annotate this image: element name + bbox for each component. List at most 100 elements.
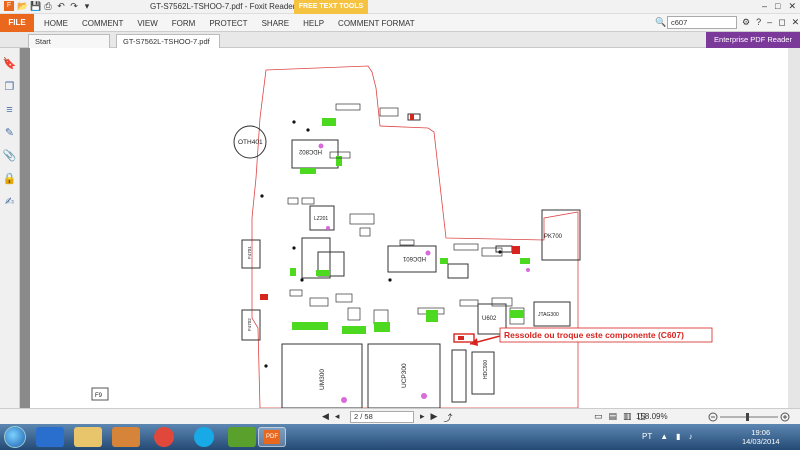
pad-dot <box>341 397 347 403</box>
zoom-slider[interactable] <box>708 412 790 422</box>
up-arrow-icon[interactable]: ▲ <box>660 432 668 441</box>
green-component <box>316 270 330 276</box>
label-hdc802: HDC802 <box>298 148 322 154</box>
close-icon[interactable]: ✕ <box>788 1 796 12</box>
document-viewer[interactable]: OTH401 HDC802 LZ201 HDC601 PK700 F4701 F… <box>20 48 800 409</box>
facing-view-icon[interactable]: ▥ <box>623 411 632 422</box>
bookmark-icon[interactable]: 🔖 <box>3 57 17 71</box>
green-component <box>440 258 448 264</box>
tab-start[interactable]: Start <box>28 34 110 48</box>
foxit-reader-taskbar[interactable]: PDF <box>258 427 286 447</box>
comments-icon[interactable]: ✎ <box>3 126 17 140</box>
label-u602: U602 <box>482 316 497 322</box>
system-tray: PT ▲ ▮ ♪ <box>642 432 693 441</box>
clock[interactable]: 19:06 14/03/2014 <box>742 428 780 446</box>
label-f9: F9 <box>95 393 103 399</box>
single-page-view-icon[interactable]: ▭ <box>594 411 603 422</box>
enterprise-banner[interactable]: Enterprise PDF Reader <box>706 32 800 48</box>
red-component <box>512 246 520 254</box>
search-input[interactable]: c607 <box>667 16 737 29</box>
attachment-icon[interactable]: 📎 <box>3 149 17 163</box>
zoom-level[interactable]: 158.09% <box>636 412 668 421</box>
green-component <box>300 168 316 174</box>
redo-icon[interactable]: ↷ <box>69 1 79 11</box>
quick-access-toolbar: F 📂 💾 ⎙ ↶ ↷ ▾ <box>4 1 92 11</box>
last-page-icon[interactable]: ▶ <box>431 411 438 424</box>
first-page-icon[interactable]: ◀ <box>322 411 329 422</box>
ie-icon[interactable] <box>36 427 64 447</box>
open-icon[interactable]: 📂 <box>17 1 28 11</box>
chrome-icon[interactable] <box>154 427 174 447</box>
bluestacks-icon[interactable] <box>228 427 256 447</box>
window-controls: – □ ✕ <box>762 1 796 12</box>
label-lz201: LZ201 <box>314 216 328 222</box>
pad-dot <box>526 268 530 272</box>
window-title: GT-S7562L-TSHOO-7.pdf - Foxit Reader <box>150 2 296 11</box>
prev-page-icon[interactable]: ◂ <box>335 411 340 422</box>
layers-icon[interactable]: ≡ <box>3 103 17 117</box>
next-page-icon[interactable]: ▸ <box>420 411 425 424</box>
maximize-icon[interactable]: □ <box>775 1 780 12</box>
tab-form[interactable]: FORM <box>172 19 196 28</box>
green-component <box>336 156 342 166</box>
vertical-scrollbar[interactable] <box>788 48 800 408</box>
gear-icon[interactable]: ⚙ <box>742 17 750 28</box>
folder-icon[interactable] <box>74 427 102 447</box>
continuous-view-icon[interactable]: ▤ <box>609 411 618 422</box>
page-number-input[interactable]: 2 / 58 <box>350 411 414 423</box>
free-text-tools-label[interactable]: FREE TEXT TOOLS <box>294 0 368 14</box>
save-icon[interactable]: 💾 <box>30 1 41 11</box>
pad-dot <box>318 143 324 149</box>
pad-dot <box>326 226 330 230</box>
c607-highlight <box>458 336 464 340</box>
red-component <box>410 114 414 120</box>
green-component <box>374 322 390 332</box>
tab-comment-format[interactable]: COMMENT FORMAT <box>338 19 415 28</box>
volume-icon[interactable]: ♪ <box>689 432 693 441</box>
help-icon[interactable]: ? <box>756 17 761 28</box>
undo-icon[interactable]: ↶ <box>56 1 66 11</box>
pad-dot <box>421 393 427 399</box>
small-components <box>287 103 525 325</box>
goto-icon[interactable]: ⤴ <box>443 411 452 424</box>
taskbar: PDF PT ▲ ▮ ♪ 19:06 14/03/2014 <box>0 424 800 450</box>
label-hdc601: HDC601 <box>402 255 426 261</box>
label-f4702: F4702 <box>247 318 252 331</box>
signature-icon[interactable]: ✍ <box>3 195 17 209</box>
tab-view[interactable]: VIEW <box>137 19 157 28</box>
green-component <box>510 310 524 318</box>
label-hdc900: HDC900 <box>483 360 489 379</box>
tab-file[interactable]: FILE <box>0 14 34 32</box>
customize-icon[interactable]: ▾ <box>82 1 92 11</box>
network-icon[interactable]: ▮ <box>676 432 680 441</box>
title-bar: F 📂 💾 ⎙ ↶ ↷ ▾ GT-S7562L-TSHOO-7.pdf - Fo… <box>0 0 800 14</box>
start-button[interactable] <box>4 426 26 448</box>
green-component <box>292 322 328 330</box>
print-icon[interactable]: ⎙ <box>43 1 53 11</box>
ribbon-close-icon[interactable]: ✕ <box>792 17 800 28</box>
chip <box>447 263 469 279</box>
green-component <box>520 258 530 264</box>
label-jtag300: JTAG300 <box>538 312 559 318</box>
media-player-icon[interactable] <box>112 427 140 447</box>
tab-help[interactable]: HELP <box>303 19 324 28</box>
tab-document[interactable]: GT-S7562L-TSHOO-7.pdf * <box>116 34 220 55</box>
navigation-bar: ◀ ◂ 2 / 58 ▸ ▶ ⤴ ▭ ▤ ▥ ◫ 158.09% <box>0 408 800 424</box>
pcb-schematic: OTH401 HDC802 LZ201 HDC601 PK700 F4701 F… <box>91 65 713 409</box>
minimize-icon[interactable]: – <box>762 1 767 12</box>
ribbon-right-tools: ⚙ ? – ◻ ✕ <box>742 17 799 28</box>
green-component <box>322 118 336 126</box>
tab-home[interactable]: HOME <box>44 19 68 28</box>
label-oth401: OTH401 <box>238 139 263 146</box>
tab-protect[interactable]: PROTECT <box>209 19 247 28</box>
tab-share[interactable]: SHARE <box>262 19 290 28</box>
ribbon-minimize-icon[interactable]: – <box>767 17 772 28</box>
tab-comment[interactable]: COMMENT <box>82 19 123 28</box>
language-indicator[interactable]: PT <box>642 432 652 441</box>
pdf-icon: PDF <box>264 430 280 444</box>
label-pk700: PK700 <box>544 234 563 240</box>
pages-icon[interactable]: ❐ <box>3 80 17 94</box>
skype-icon[interactable] <box>194 427 214 447</box>
ribbon-restore-icon[interactable]: ◻ <box>778 17 785 28</box>
lock-icon[interactable]: 🔒 <box>3 172 17 186</box>
